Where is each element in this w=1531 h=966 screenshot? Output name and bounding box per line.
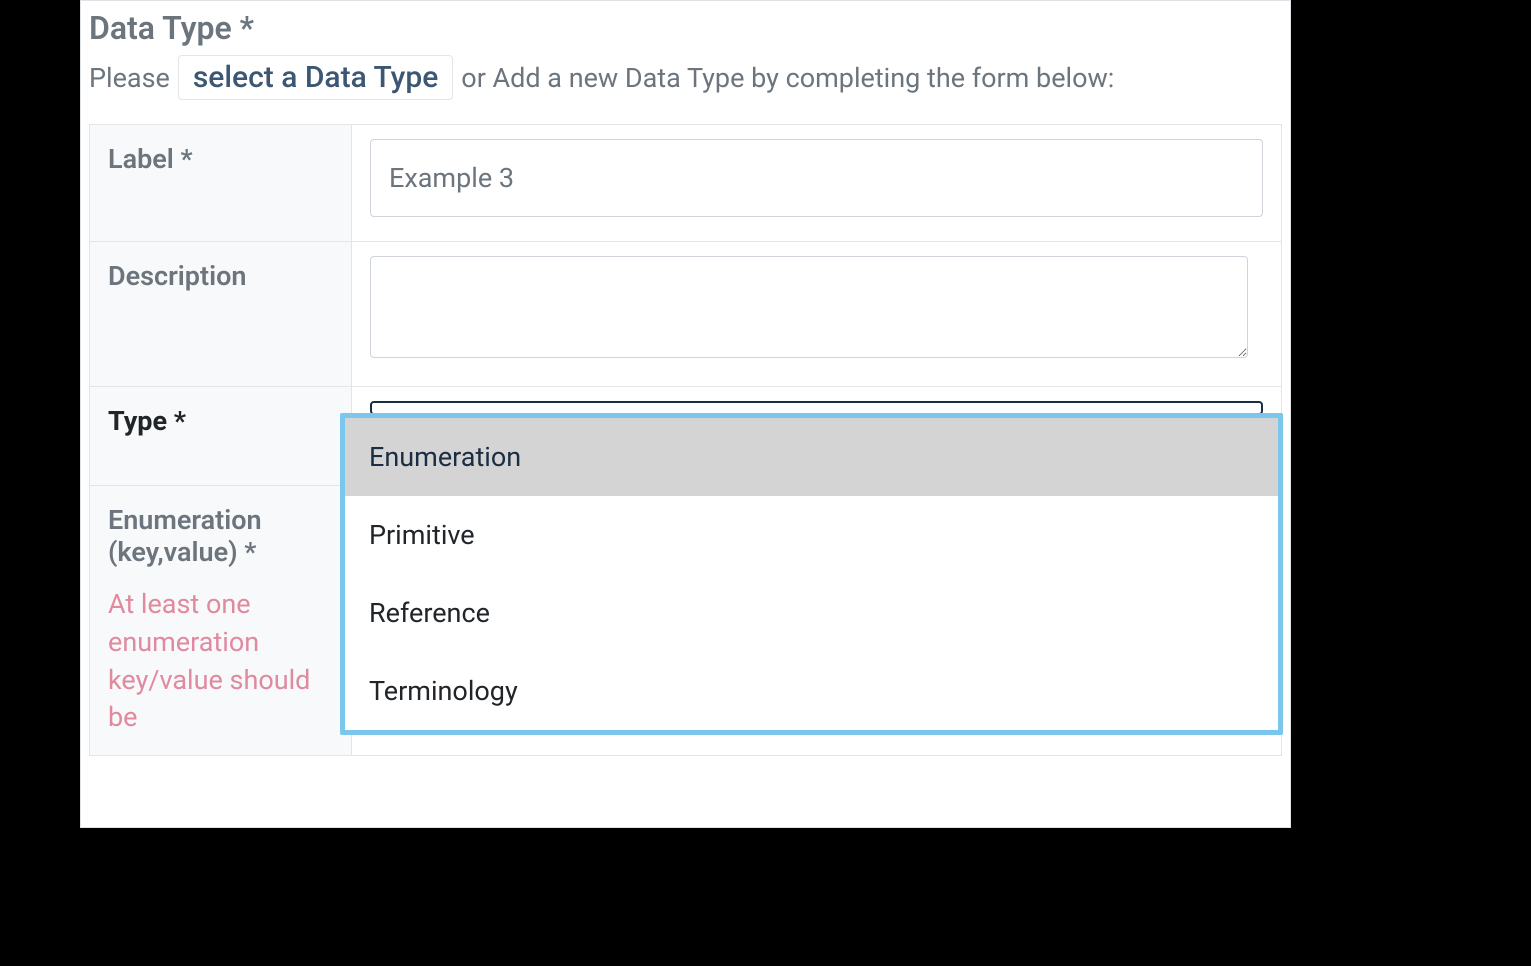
enumeration-label: Enumeration (key,value) *: [108, 504, 333, 568]
input-cell-type: Enumeration Primitive Reference Terminol…: [352, 387, 1281, 485]
instruction-pre: Please: [89, 62, 170, 94]
form-row-type: Type * Enumeration Primitive Reference T…: [90, 387, 1281, 486]
instruction-row: Please select a Data Type or Add a new D…: [89, 55, 1282, 100]
label-cell-label: Label *: [90, 125, 352, 241]
label-input[interactable]: [370, 139, 1263, 217]
type-option-reference[interactable]: Reference: [345, 574, 1278, 652]
type-dropdown-panel: Enumeration Primitive Reference Terminol…: [340, 413, 1283, 735]
data-type-form-panel: Data Type * Please select a Data Type or…: [80, 0, 1291, 828]
enumeration-hint: At least one enumeration key/value shoul…: [108, 586, 333, 737]
label-cell-description: Description: [90, 242, 352, 386]
type-option-enumeration[interactable]: Enumeration: [345, 418, 1278, 496]
form-table: Label * Description Type * Enumeration P…: [89, 124, 1282, 756]
instruction-post: or Add a new Data Type by completing the…: [461, 62, 1114, 94]
input-cell-description: [352, 242, 1281, 386]
label-cell-type: Type *: [90, 387, 352, 485]
type-option-primitive[interactable]: Primitive: [345, 496, 1278, 574]
section-title: Data Type *: [89, 9, 1282, 47]
description-textarea[interactable]: [370, 256, 1248, 358]
select-data-type-button[interactable]: select a Data Type: [178, 55, 453, 100]
type-option-terminology[interactable]: Terminology: [345, 652, 1278, 730]
label-cell-enumeration: Enumeration (key,value) * At least one e…: [90, 486, 352, 755]
form-row-description: Description: [90, 242, 1281, 387]
input-cell-label: [352, 125, 1281, 241]
form-row-label: Label *: [90, 125, 1281, 242]
